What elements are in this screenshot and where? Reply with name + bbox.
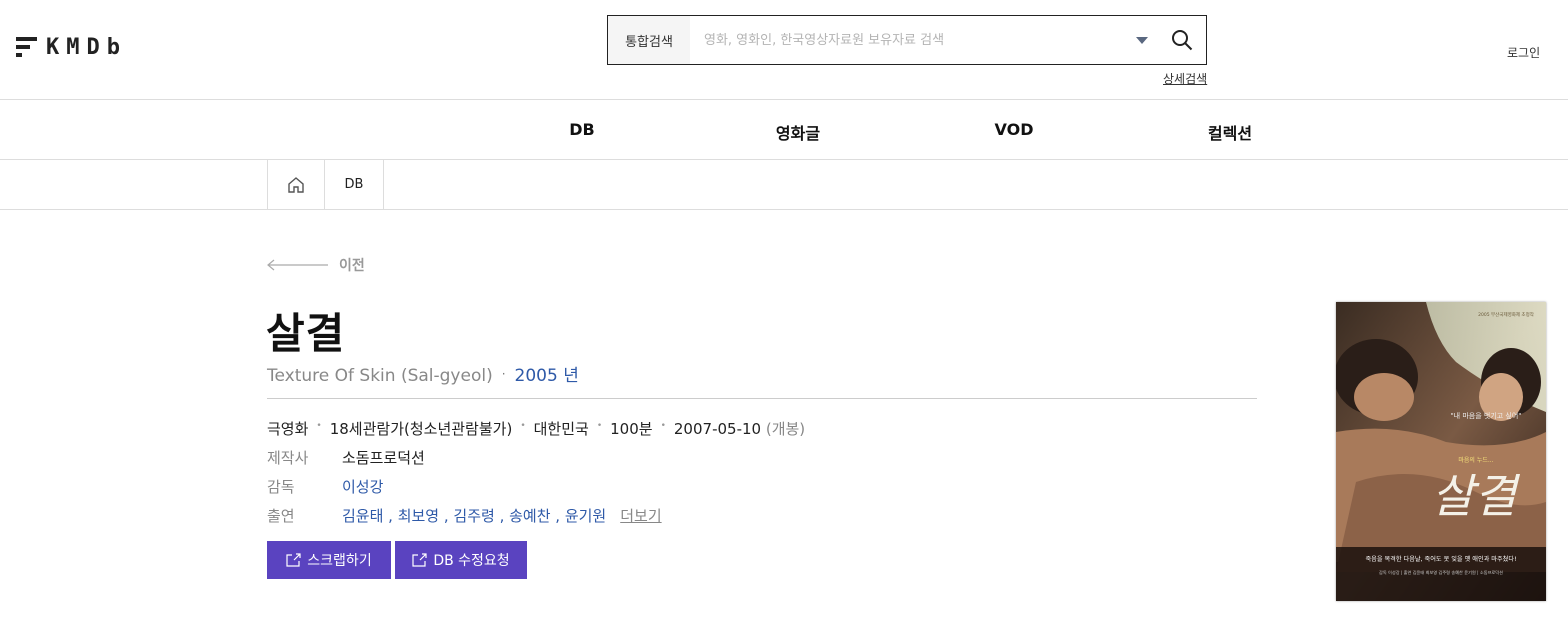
home-icon [288,176,304,193]
breadcrumb-item-db[interactable]: DB [325,160,384,209]
poster-title: 살결 [1432,469,1521,523]
cast-links[interactable]: 김윤태 , 최보영 , 김주령 , 송예찬 , 윤기원 [342,505,606,526]
cast-more-link[interactable]: 더보기 [620,505,661,526]
producer-value: 소돔프로덕션 [342,449,425,467]
search-scope-label[interactable]: 통합검색 [608,16,690,64]
poster-tagline: "내 마음을 벗기고 싶어" [1450,411,1521,420]
nav-item-vod[interactable]: VOD [995,120,1034,139]
poster-image: "내 마음을 벗기고 싶어" 마음의 누드... 살결 죽음을 목격한 다음날,… [1336,302,1546,601]
producer-row: 제작사 소돔프로덕션 [267,447,425,468]
director-row: 감독 이성강 [267,476,383,497]
search-dropdown-button[interactable] [1126,16,1158,64]
director-link[interactable]: 이성강 [342,476,383,497]
rating: 18세관람가(청소년관람불가) [329,420,513,438]
nav-item-db[interactable]: DB [569,120,594,139]
cast-row: 출연 김윤태 , 최보영 , 김주령 , 송예찬 , 윤기원 더보기 [267,505,662,526]
movie-poster[interactable]: "내 마음을 벗기고 싶어" 마음의 누드... 살결 죽음을 목격한 다음날,… [1336,302,1546,601]
cast-label: 출연 [267,507,295,525]
runtime: 100분 [610,420,653,438]
separator-dot: · [501,367,506,381]
logo-mark-icon [16,36,38,59]
edit-request-button[interactable]: DB 수정요청 [395,541,527,579]
kmdb-logo[interactable]: KMDb [16,35,127,60]
poster-award: 2005 부산국제영화제 초청작 [1478,311,1534,318]
breadcrumb-home[interactable] [267,160,325,209]
poster-bottom-line: 죽음을 목격한 다음날, 죽어도 못 잊을 옛 애인과 마주쳤다! [1365,555,1516,563]
search-input[interactable] [690,17,1126,63]
main-nav: DB 영화글 VOD 컬렉션 [0,99,1568,160]
search-bar: 통합검색 [607,15,1207,65]
release-date: 2007-05-10 [673,420,762,438]
release-note: (개봉) [765,420,806,438]
search-button[interactable] [1158,16,1206,64]
logo-text: KMDb [46,35,127,60]
scrap-button-label: 스크랩하기 [307,553,372,569]
original-title: Texture Of Skin (Sal-gyeol) [267,366,493,386]
scrap-button[interactable]: 스크랩하기 [267,541,391,579]
director-label: 감독 [267,478,295,496]
production-year[interactable]: 2005 년 [515,366,579,386]
caret-down-icon [1136,36,1148,44]
producer-label: 제작사 [267,449,309,467]
advanced-search-link[interactable]: 상세검색 [1163,70,1207,87]
movie-title: 살결 [266,309,346,358]
back-label: 이전 [339,258,365,274]
country: 대한민국 [533,420,589,438]
poster-credits: 감독 이성강 | 출연 김윤태 최보영 김주령 송예찬 윤기원 | 소돔프로덕션 [1379,569,1503,576]
search-icon [1172,30,1193,51]
nav-item-articles[interactable]: 영화글 [776,120,820,144]
poster-small-tag: 마음의 누드... [1458,456,1493,464]
nav-item-collection[interactable]: 컬렉션 [1208,120,1252,144]
movie-basic-info: 극영화 • 18세관람가(청소년관람불가) • 대한민국 • 100분 • 2007-05-10… [267,420,806,438]
arrow-left-icon [267,259,328,271]
edit-request-button-label: DB 수정요청 [433,553,510,569]
share-icon [412,553,427,567]
divider [267,398,1257,399]
breadcrumb: DB [0,160,1568,210]
login-link[interactable]: 로그인 [1507,44,1540,61]
back-link[interactable]: 이전 [267,255,365,275]
genre: 극영화 [267,420,309,438]
share-icon [286,553,301,567]
movie-subtitle: Texture Of Skin (Sal-gyeol) · 2005 년 [267,361,579,386]
